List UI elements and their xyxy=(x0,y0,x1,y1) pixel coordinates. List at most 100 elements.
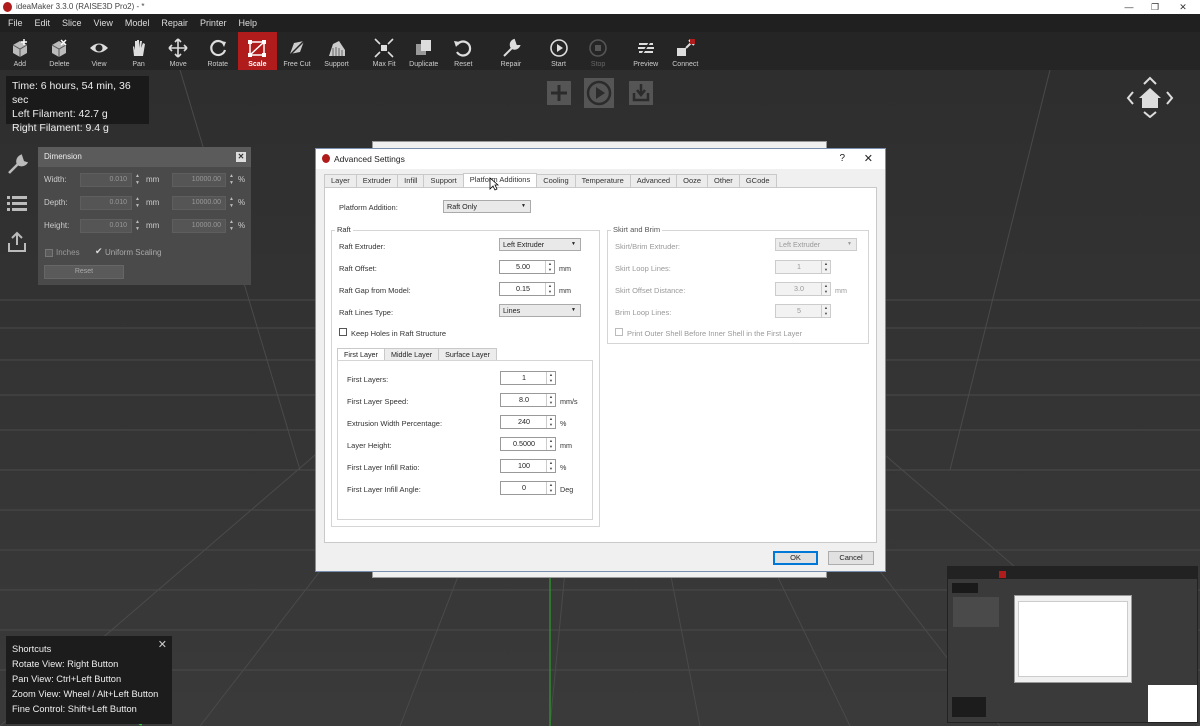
menu-file[interactable]: File xyxy=(4,14,31,32)
width-percent-spin-icon[interactable]: ▲ ▼ xyxy=(228,173,235,187)
subtab-surface-layer[interactable]: Surface Layer xyxy=(438,348,497,360)
depth-percent-spin-icon[interactable]: ▲ ▼ xyxy=(228,196,235,210)
print-outer-shell-checkbox[interactable] xyxy=(615,328,623,336)
keep-holes-checkbox[interactable] xyxy=(339,328,347,336)
skirt-loop-input[interactable]: 1 xyxy=(775,260,831,274)
rotate-button[interactable]: Rotate xyxy=(198,32,238,70)
tab-support[interactable]: Support xyxy=(423,174,464,187)
menu-repair[interactable]: Repair xyxy=(157,14,196,32)
depth-percent-unit: % xyxy=(238,198,246,207)
depth-input[interactable]: 0.010 xyxy=(80,196,132,210)
dimension-reset-button[interactable]: Reset xyxy=(44,265,124,279)
height-input[interactable]: 0.010 xyxy=(80,219,132,233)
thumbnail-dimension-panel xyxy=(953,597,999,627)
dialog-close-button[interactable]: ✕ xyxy=(864,149,873,169)
height-spin-icon[interactable]: ▲ ▼ xyxy=(134,219,141,233)
width-spin-icon[interactable]: ▲ ▼ xyxy=(134,173,141,187)
height-percent-input[interactable]: 10000.00 xyxy=(172,219,226,233)
keep-holes-label: Keep Holes in Raft Structure xyxy=(351,329,447,338)
ok-button[interactable]: OK xyxy=(773,551,818,565)
menu-help[interactable]: Help xyxy=(234,14,265,32)
print-time: Time: 6 hours, 54 min, 36 sec xyxy=(12,80,131,106)
raft-lines-type-select[interactable]: Lines xyxy=(499,304,581,317)
tab-other[interactable]: Other xyxy=(707,174,740,187)
connect-button[interactable]: Connect xyxy=(666,32,706,70)
max-fit-button[interactable]: Max Fit xyxy=(364,32,404,70)
upload-icon[interactable] xyxy=(6,231,28,253)
tab-extruder[interactable]: Extruder xyxy=(355,174,399,187)
menu-view[interactable]: View xyxy=(90,14,121,32)
skirt-extruder-select[interactable]: Left Extruder xyxy=(775,238,857,251)
menu-edit[interactable]: Edit xyxy=(31,14,59,32)
dimension-close-icon[interactable]: ✕ xyxy=(236,152,246,162)
menu-printer[interactable]: Printer xyxy=(196,14,235,32)
stop-button[interactable]: Stop xyxy=(578,32,618,70)
tab-platform-additions[interactable]: Platform Additions xyxy=(462,173,538,187)
move-button[interactable]: Move xyxy=(158,32,198,70)
delete-cube-icon xyxy=(52,39,67,57)
cancel-button[interactable]: Cancel xyxy=(828,551,874,565)
tab-temperature[interactable]: Temperature xyxy=(574,174,631,187)
start-button[interactable]: Start xyxy=(539,32,579,70)
tab-ooze[interactable]: Ooze xyxy=(676,174,709,187)
infill-ratio-input[interactable]: 100 xyxy=(500,459,556,473)
pan-button[interactable]: Pan xyxy=(119,32,159,70)
thumbnail-info xyxy=(952,583,978,593)
height-percent-spin-icon[interactable]: ▲ ▼ xyxy=(228,219,235,233)
reset-button[interactable]: Reset xyxy=(444,32,484,70)
export-icon[interactable] xyxy=(628,80,654,106)
list-icon[interactable] xyxy=(6,193,28,215)
repair-button[interactable]: Repair xyxy=(491,32,531,70)
menu-model[interactable]: Model xyxy=(121,14,158,32)
skirt-extruder-label: Skirt/Brim Extruder: xyxy=(615,242,681,251)
infill-angle-label: First Layer Infill Angle: xyxy=(347,485,421,494)
support-icon xyxy=(328,41,345,56)
subtab-middle-layer[interactable]: Middle Layer xyxy=(383,348,440,360)
tab-layer[interactable]: Layer xyxy=(324,174,357,187)
add-plus-icon[interactable] xyxy=(546,80,572,106)
duplicate-icon xyxy=(415,40,431,55)
dialog-help-button[interactable]: ? xyxy=(839,149,845,169)
depth-spin-icon[interactable]: ▲ ▼ xyxy=(134,196,141,210)
scale-button[interactable]: Scale xyxy=(237,32,278,70)
tab-gcode[interactable]: GCode xyxy=(738,174,777,187)
view-button[interactable]: View xyxy=(79,32,119,70)
tab-advanced[interactable]: Advanced xyxy=(629,174,678,187)
skirt-offset-input[interactable]: 3.0 xyxy=(775,282,831,296)
inches-checkbox[interactable] xyxy=(45,249,53,257)
tab-cooling[interactable]: Cooling xyxy=(536,174,576,187)
minimize-icon[interactable]: — xyxy=(1116,0,1142,14)
raft-offset-input[interactable]: 5.00 xyxy=(499,260,555,274)
layer-height-input[interactable]: 0.5000 xyxy=(500,437,556,451)
platform-addition-select[interactable]: Raft Only xyxy=(443,200,531,213)
screenshot-thumbnail[interactable] xyxy=(947,566,1198,723)
uniform-scaling-check-icon[interactable]: ✔ xyxy=(95,246,103,257)
width-input[interactable]: 0.010 xyxy=(80,173,132,187)
width-percent-input[interactable]: 10000.00 xyxy=(172,173,226,187)
shortcuts-close-button[interactable]: ✕ xyxy=(158,638,167,653)
add-button[interactable]: Add xyxy=(0,32,40,70)
extrusion-width-input[interactable]: 240 xyxy=(500,415,556,429)
infill-angle-input[interactable]: 0 xyxy=(500,481,556,495)
menu-slice[interactable]: Slice xyxy=(58,14,90,32)
thumbnail-shortcuts xyxy=(952,697,986,717)
duplicate-button[interactable]: Duplicate xyxy=(404,32,444,70)
depth-percent-input[interactable]: 10000.00 xyxy=(172,196,226,210)
start-play-icon[interactable] xyxy=(584,78,614,108)
support-button[interactable]: Support xyxy=(317,32,357,70)
subtab-first-layer[interactable]: First Layer xyxy=(337,348,385,360)
first-layers-input[interactable]: 1 xyxy=(500,371,556,385)
first-layer-speed-input[interactable]: 8.0 xyxy=(500,393,556,407)
delete-button[interactable]: Delete xyxy=(40,32,80,70)
tab-infill[interactable]: Infill xyxy=(397,174,425,187)
brim-loop-input[interactable]: 5 xyxy=(775,304,831,318)
home-view-icon[interactable] xyxy=(1124,72,1176,118)
maximize-icon[interactable]: ❐ xyxy=(1142,0,1168,14)
dimension-title: Dimension xyxy=(44,152,82,161)
wrench-sidebar-icon[interactable] xyxy=(6,154,28,176)
preview-button[interactable]: Preview xyxy=(626,32,666,70)
close-window-icon[interactable]: ✕ xyxy=(1170,0,1196,14)
raft-gap-input[interactable]: 0.15 xyxy=(499,282,555,296)
free-cut-button[interactable]: Free Cut xyxy=(277,32,317,70)
raft-extruder-select[interactable]: Left Extruder xyxy=(499,238,581,251)
